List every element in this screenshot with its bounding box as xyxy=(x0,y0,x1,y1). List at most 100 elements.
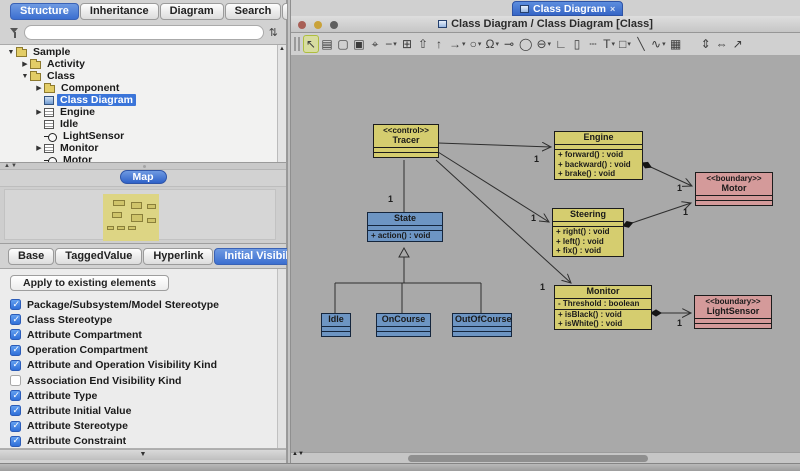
generalization-tool[interactable]: ⇧ xyxy=(415,35,431,53)
splitter-handle[interactable] xyxy=(143,165,146,168)
left-panel-tab[interactable]: Diagram xyxy=(160,3,224,20)
tree-item[interactable]: ▶ Engine xyxy=(0,106,286,118)
realization-tool[interactable]: ○ xyxy=(468,35,484,53)
uml-class-engine[interactable]: Engine + forward() : void + backward() :… xyxy=(554,131,643,180)
tree-item[interactable]: ▶ Monitor xyxy=(0,142,286,154)
package-tool[interactable]: ▢ xyxy=(335,35,351,53)
checkbox[interactable] xyxy=(10,299,21,310)
text-tool[interactable]: T xyxy=(601,35,617,53)
expander-icon[interactable]: ▶ xyxy=(34,144,44,152)
expander-icon[interactable]: ▼ xyxy=(6,49,16,56)
checkbox[interactable] xyxy=(10,405,21,416)
document-tab-class-diagram[interactable]: Class Diagram × xyxy=(512,1,623,16)
checkbox[interactable] xyxy=(10,436,21,447)
visibility-option-row[interactable]: Attribute and Operation Visibility Kind xyxy=(10,358,286,373)
expander-icon[interactable]: ▼ xyxy=(20,73,30,80)
tree-item[interactable]: Idle xyxy=(0,118,286,130)
visibility-option-row[interactable]: Association End Visibility Kind xyxy=(10,373,286,388)
toolbar-grip[interactable] xyxy=(294,37,300,51)
filter-input[interactable] xyxy=(24,25,264,40)
uml-class-lightsensor[interactable]: <<boundary>> LightSensor xyxy=(694,295,772,329)
scroll-up-icon[interactable]: ▲ xyxy=(279,46,285,52)
uml-class-outofcourse[interactable]: OutOfCourse xyxy=(452,313,512,337)
left-panel-collapse-bar[interactable]: ▼ xyxy=(0,449,286,460)
visibility-option-row[interactable]: Attribute Type xyxy=(10,388,286,403)
detail-tab[interactable]: Base xyxy=(8,248,54,265)
toolbar-separator[interactable] xyxy=(684,35,698,53)
left-panel-tab[interactable]: Inheritance xyxy=(80,3,159,20)
expander-icon[interactable]: ▶ xyxy=(34,108,44,116)
map-tab[interactable]: Map xyxy=(120,170,167,184)
uml-class-motor[interactable]: <<boundary>> Motor xyxy=(695,172,773,206)
sort-swap-icon[interactable]: ⇅ xyxy=(269,26,278,39)
association-tool[interactable]: − xyxy=(383,35,399,53)
visibility-option-row[interactable]: Class Stereotype xyxy=(10,312,286,327)
visibility-option-row[interactable]: Attribute Compartment xyxy=(10,327,286,342)
splitter-collapse-icons[interactable]: ▲▼ xyxy=(4,163,18,169)
checkbox[interactable] xyxy=(10,360,21,371)
checkbox[interactable] xyxy=(10,314,21,325)
tree-item[interactable]: LightSensor xyxy=(0,130,286,142)
checkbox[interactable] xyxy=(10,421,21,432)
diagram-canvas[interactable]: 1 1 1 1 1 1 1 <<control>> Tracer Engine … xyxy=(291,56,800,452)
model-tool[interactable]: ▣ xyxy=(351,35,367,53)
pin-tool[interactable]: ⌖ xyxy=(367,35,383,53)
uml-class-oncourse[interactable]: OnCourse xyxy=(376,313,431,337)
tree-item[interactable]: Motor xyxy=(0,154,286,163)
checkbox[interactable] xyxy=(10,375,21,386)
tree-item[interactable]: ▶ Activity xyxy=(0,58,286,70)
association-class-tool[interactable]: ⊞ xyxy=(399,35,415,53)
tree-scrollbar[interactable]: ▲ xyxy=(277,45,286,162)
usecase-tool[interactable]: ◯ xyxy=(517,35,534,53)
apply-to-existing-elements-button[interactable]: Apply to existing elements xyxy=(10,275,169,291)
expander-icon[interactable]: ▶ xyxy=(34,84,44,92)
visibility-option-row[interactable]: Attribute Stereotype xyxy=(10,419,286,434)
provided-interface-tool[interactable]: ⊸ xyxy=(501,35,517,53)
horizontal-scrollbar-thumb[interactable] xyxy=(408,455,648,462)
left-panel-tab[interactable]: Search xyxy=(225,3,282,20)
splitter-collapse-icons[interactable]: ▲▼ xyxy=(292,451,304,457)
line-tool[interactable]: ╲ xyxy=(633,35,649,53)
visibility-scrollbar[interactable] xyxy=(277,269,286,448)
map-viewport[interactable] xyxy=(4,189,276,240)
distribute-vertical-tool[interactable]: ⇕ xyxy=(698,35,714,53)
note-anchor-tool[interactable]: ┄ xyxy=(585,35,601,53)
uml-class-monitor[interactable]: Monitor - Threshold : boolean + isBlack(… xyxy=(554,285,652,330)
distribute-horizontal-tool[interactable]: ⇔ xyxy=(714,35,730,53)
uml-class-state[interactable]: State + action() : void xyxy=(367,212,443,242)
panel-splitter[interactable]: ▲▼ xyxy=(0,163,286,170)
tree-item[interactable]: Class Diagram xyxy=(0,94,286,106)
horizontal-scrollbar[interactable] xyxy=(291,452,800,463)
uml-class-idle[interactable]: Idle xyxy=(321,313,351,337)
detail-tab[interactable]: Hyperlink xyxy=(143,248,213,265)
visibility-option-row[interactable]: Attribute Constraint xyxy=(10,434,286,449)
select-tool[interactable]: ↖ xyxy=(303,35,319,53)
note-tool[interactable]: ▯ xyxy=(569,35,585,53)
qualifier-tool[interactable]: ∟ xyxy=(553,35,569,53)
tree-item[interactable]: ▼ Sample xyxy=(0,46,286,58)
tree-item[interactable]: ▼ Class xyxy=(0,70,286,82)
checkbox[interactable] xyxy=(10,390,21,401)
rect-tool[interactable]: □ xyxy=(617,35,633,53)
usage-tool[interactable]: Ω xyxy=(484,35,502,53)
uml-class-steering[interactable]: Steering + right() : void + left() : voi… xyxy=(552,208,624,257)
tree-item[interactable]: ▶ Component xyxy=(0,82,286,94)
visibility-option-row[interactable]: Attribute Initial Value xyxy=(10,403,286,418)
detail-tab[interactable]: TaggedValue xyxy=(55,248,142,265)
port-tool[interactable]: ⊖ xyxy=(534,35,553,53)
class-tool[interactable]: ▤ xyxy=(319,35,335,53)
visibility-option-row[interactable]: Operation Compartment xyxy=(10,343,286,358)
image-tool[interactable]: ▦ xyxy=(668,35,684,53)
curve-tool[interactable]: ∿ xyxy=(649,35,668,53)
expander-icon[interactable]: ▶ xyxy=(20,60,30,68)
window-titlebar[interactable]: Class Diagram / Class Diagram [Class] xyxy=(291,16,800,33)
directed-association-tool[interactable]: → xyxy=(447,35,468,53)
collapse-down-icon[interactable]: ▼ xyxy=(140,451,147,458)
uml-class-tracer[interactable]: <<control>> Tracer xyxy=(373,124,439,158)
left-panel-tab[interactable]: Structure xyxy=(10,3,79,20)
dependency-tool[interactable]: ↑ xyxy=(431,35,447,53)
pointer-tool[interactable]: ↗ xyxy=(730,35,746,53)
visibility-option-row[interactable]: Package/Subsystem/Model Stereotype xyxy=(10,297,286,312)
close-tab-icon[interactable]: × xyxy=(610,5,615,13)
checkbox[interactable] xyxy=(10,329,21,340)
